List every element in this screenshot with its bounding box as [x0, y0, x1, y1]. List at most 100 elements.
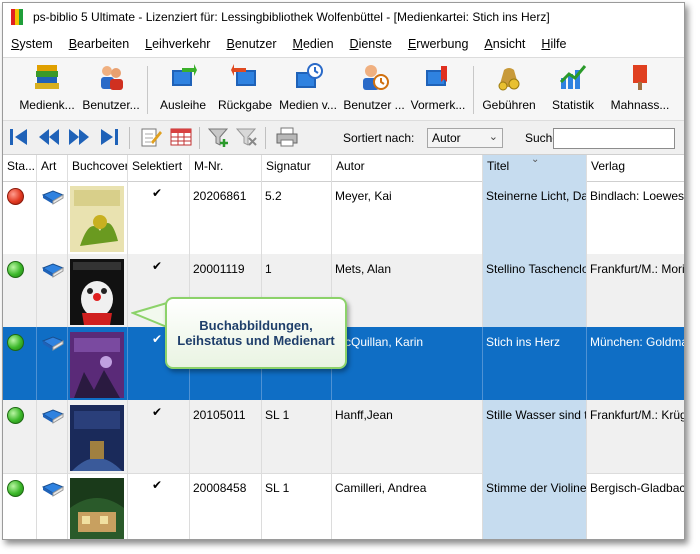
- search-input[interactable]: [553, 128, 675, 149]
- vormerkung-button[interactable]: Vormerk...: [407, 62, 469, 118]
- status-cell: [3, 327, 37, 400]
- media-type-cell: [37, 400, 68, 473]
- next-record-icon[interactable]: [67, 126, 91, 148]
- autor-cell: Camilleri, Andrea: [332, 473, 483, 539]
- toolbar-separator: [473, 66, 474, 114]
- menu-benutzer[interactable]: Benutzer: [218, 37, 284, 51]
- book-icon: [41, 409, 65, 424]
- table-row[interactable]: ✔ 20206861 5.2 Meyer, Kai Steinerne Licht, D…: [3, 181, 684, 255]
- mahnassistent-button[interactable]: Mahnass...: [607, 62, 673, 118]
- mnr-cell: 20008458: [190, 473, 262, 539]
- verlag-cell: Frankfurt/M.: Krüg: [590, 408, 684, 422]
- previous-record-icon[interactable]: [37, 126, 61, 148]
- medien-verlaengern-button[interactable]: Medien v...: [277, 62, 339, 118]
- title-bar: ps-biblio 5 Ultimate - Lizenziert für: L…: [3, 3, 684, 31]
- statistik-button[interactable]: Statistik: [543, 62, 603, 118]
- book-cover-cell: [68, 181, 128, 254]
- menu-hilfe[interactable]: Hilfe: [533, 37, 574, 51]
- book-cover-image: [70, 405, 124, 471]
- autor-cell: McQuillan, Karin: [332, 327, 483, 400]
- menu-leihverkehr[interactable]: Leihverkehr: [137, 37, 218, 51]
- menu-bearbeiten[interactable]: Bearbeiten: [61, 37, 137, 51]
- selected-checkmark[interactable]: ✔: [152, 478, 162, 492]
- verlag-cell: Frankfurt/M.: Moritz: [590, 262, 684, 276]
- status-cell: [3, 181, 37, 254]
- autor-cell: Hanff,Jean: [332, 400, 483, 473]
- column-header-verlag[interactable]: Verlag: [587, 155, 684, 181]
- menu-ansicht[interactable]: Ansicht: [476, 37, 533, 51]
- mnr-cell: 20105011: [190, 400, 262, 473]
- benutzerkartei-button[interactable]: Benutzer...: [81, 62, 141, 118]
- media-type-cell: [37, 473, 68, 539]
- callout-line-2: Leihstatus und Medienart: [177, 333, 335, 348]
- benutzer-verlaengern-button[interactable]: Benutzer ...: [343, 62, 405, 118]
- column-header-signatur[interactable]: Signatur: [262, 155, 332, 181]
- last-record-icon[interactable]: [97, 126, 121, 148]
- media-extend-icon: [296, 63, 323, 88]
- column-header-mnr[interactable]: M-Nr.: [190, 155, 262, 181]
- book-cover-cell: [68, 254, 128, 327]
- status-available-icon: [7, 261, 24, 278]
- first-record-icon[interactable]: [7, 126, 31, 148]
- gebuehren-button[interactable]: Gebühren: [479, 62, 539, 118]
- column-header-status[interactable]: Sta...: [3, 155, 37, 181]
- table-row[interactable]: ✔ 20105011 SL 1 Hanff,Jean Stille Wasser sin…: [3, 400, 684, 474]
- table-view-icon[interactable]: [169, 126, 193, 148]
- book-cover-image: [70, 478, 124, 539]
- medienkartei-button[interactable]: Medienk...: [15, 62, 79, 118]
- selected-cell: ✔: [128, 181, 190, 254]
- app-logo-icon: [11, 9, 25, 25]
- annotation-callout: Buchabbildungen, Leihstatus und Medienar…: [165, 297, 347, 369]
- column-header-titel-label: Titel: [487, 159, 510, 173]
- signatur-cell: SL 1: [262, 400, 332, 473]
- status-available-icon: [7, 334, 24, 351]
- book-cover-cell: [68, 400, 128, 473]
- column-header-art[interactable]: Art: [37, 155, 68, 181]
- media-type-cell: [37, 254, 68, 327]
- column-header-titel[interactable]: Titel ⌄: [483, 155, 587, 181]
- edit-record-icon[interactable]: [139, 126, 163, 148]
- table-row[interactable]: ✔ 20008458 SL 1 Camilleri, Andrea Stimme der…: [3, 473, 684, 539]
- status-available-icon: [7, 480, 24, 497]
- sort-dropdown-value: Autor: [432, 131, 461, 145]
- navigation-toolbar: Sortiert nach: Autor ⌄ Suche:: [3, 121, 684, 155]
- print-icon[interactable]: [275, 126, 299, 148]
- remove-filter-icon[interactable]: [235, 126, 259, 148]
- status-cell: [3, 254, 37, 327]
- app-window: ps-biblio 5 Ultimate - Lizenziert für: L…: [2, 2, 685, 540]
- menu-system[interactable]: System: [3, 37, 61, 51]
- ausleihe-button[interactable]: Ausleihe: [155, 62, 211, 118]
- book-cover-image: [70, 186, 124, 252]
- selected-checkmark[interactable]: ✔: [152, 405, 162, 419]
- callout-line-1: Buchabbildungen,: [199, 318, 313, 333]
- titel-cell: Stille Wasser sind tie: [483, 400, 587, 473]
- menu-medien[interactable]: Medien: [285, 37, 342, 51]
- rueckgabe-button[interactable]: Rückgabe: [215, 62, 275, 118]
- chevron-down-icon: ⌄: [488, 131, 498, 143]
- toolbar-separator: [265, 127, 266, 149]
- titel-cell: Stellino Taschenclov: [483, 254, 587, 327]
- selected-checkmark[interactable]: ✔: [152, 332, 162, 346]
- sort-dropdown[interactable]: Autor ⌄: [427, 128, 503, 148]
- menu-erwerbung[interactable]: Erwerbung: [400, 37, 476, 51]
- selected-cell: ✔: [128, 400, 190, 473]
- reminder-icon: [633, 65, 647, 90]
- add-filter-icon[interactable]: [207, 126, 231, 148]
- selected-checkmark[interactable]: ✔: [152, 186, 162, 200]
- titel-cell: Stich ins Herz: [483, 327, 587, 400]
- column-header-selektiert[interactable]: Selektiert: [128, 155, 190, 181]
- column-header-buchcover[interactable]: Buchcover: [68, 155, 128, 181]
- checkout-icon: [172, 64, 197, 86]
- menu-dienste[interactable]: Dienste: [342, 37, 400, 51]
- sort-label: Sortiert nach:: [343, 131, 415, 145]
- autor-cell: Meyer, Kai: [332, 181, 483, 254]
- return-icon: [231, 64, 256, 86]
- autor-cell: Mets, Alan: [332, 254, 483, 327]
- column-header-autor[interactable]: Autor: [332, 155, 483, 181]
- selected-checkmark[interactable]: ✔: [152, 259, 162, 273]
- main-toolbar: Medienk... Benutzer... Ausleihe Rückgabe…: [3, 57, 684, 121]
- toolbar-separator: [129, 127, 130, 149]
- mnr-cell: 20206861: [190, 181, 262, 254]
- media-type-cell: [37, 327, 68, 400]
- book-icon: [41, 190, 65, 205]
